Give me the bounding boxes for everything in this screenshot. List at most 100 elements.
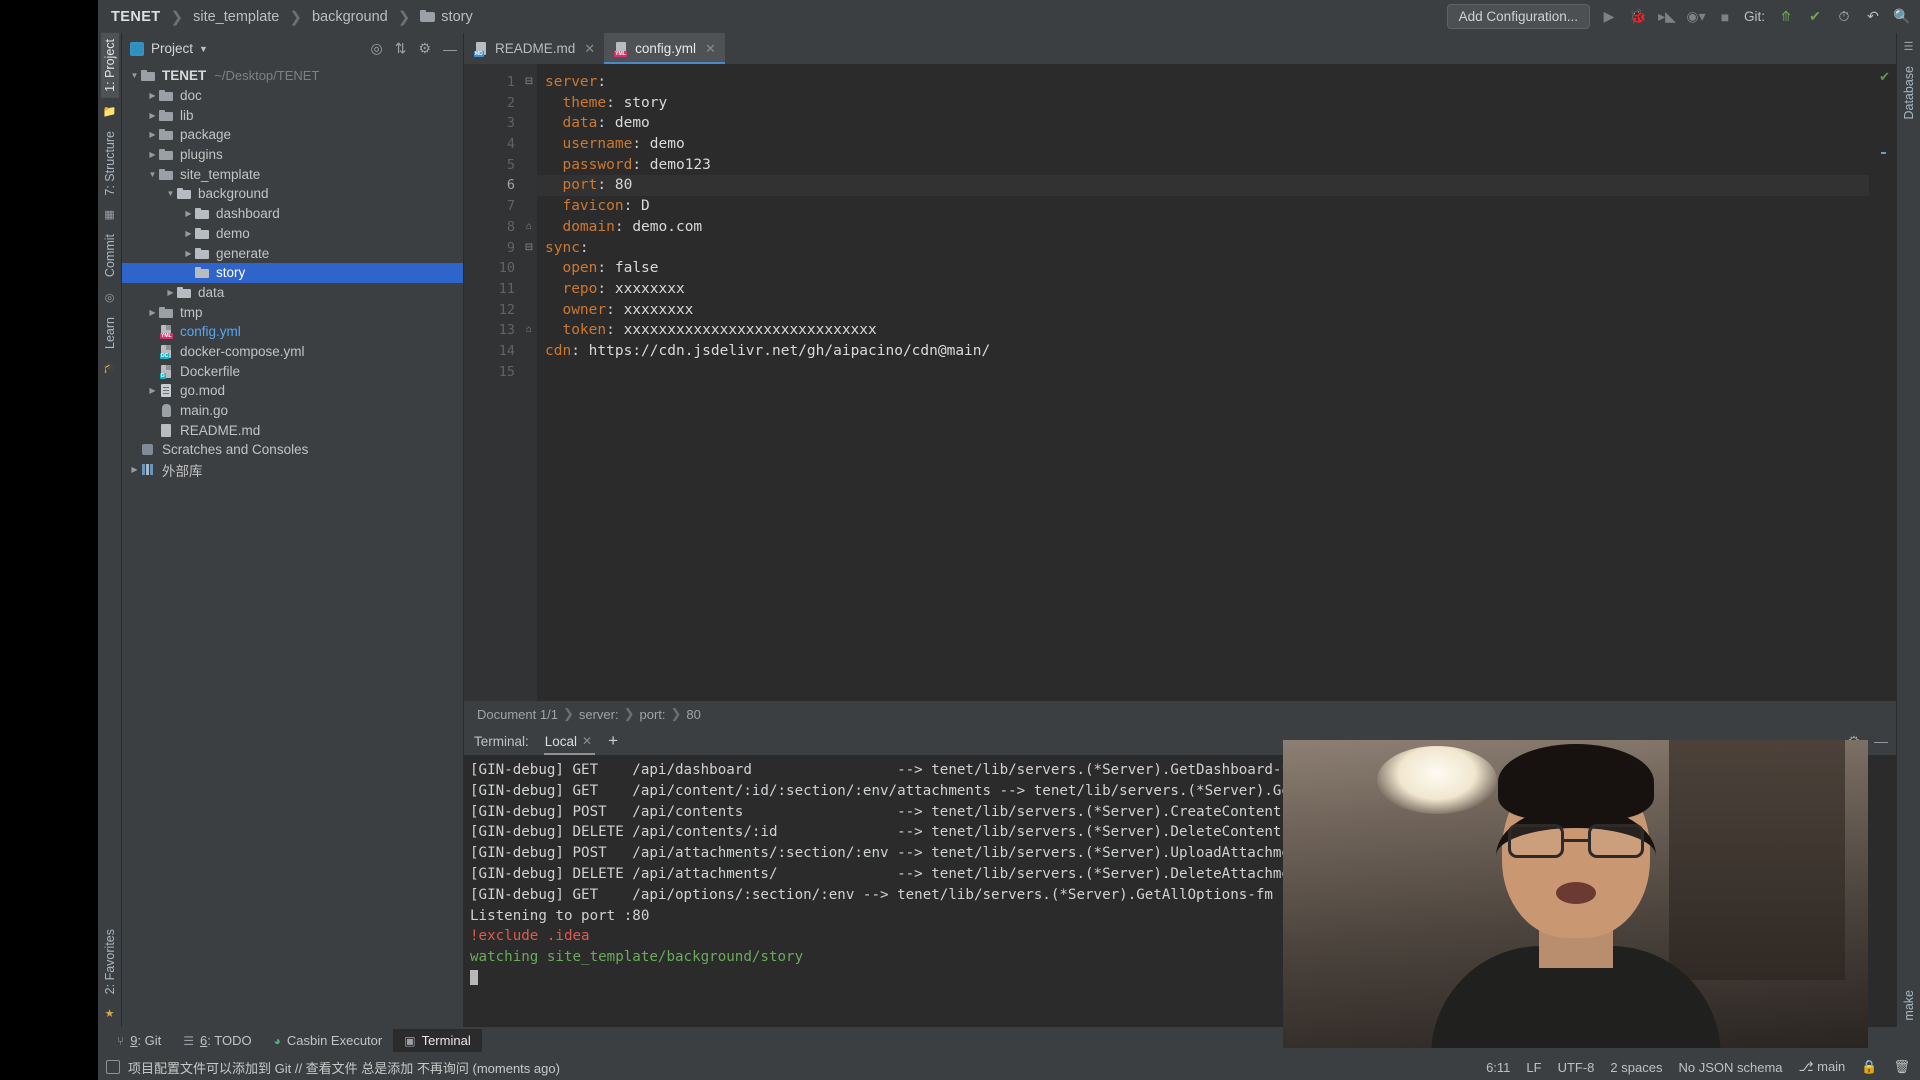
star-icon[interactable]: ★ [105,1000,115,1027]
commit-stripe-icon[interactable]: ◎ [105,284,115,311]
tree-item-data[interactable]: ▶ data [122,283,463,303]
tree-item-plugins[interactable]: ▶ plugins [122,145,463,165]
tree-item-doc[interactable]: ▶ doc [122,86,463,106]
tree-item-tenet[interactable]: ▼ TENET ~/Desktop/TENET [122,66,463,86]
folder-stripe-icon[interactable]: 📁 [103,98,117,125]
git-update-icon[interactable]: ⤊ [1776,7,1796,27]
minimize-icon[interactable]: — [1874,733,1888,750]
error-stripe-mark[interactable] [1881,152,1886,154]
terminal-tab-local[interactable]: Local ✕ [541,734,598,755]
locate-icon[interactable]: ◎ [370,40,382,57]
tree-item-story[interactable]: story [122,262,463,283]
code-line[interactable]: owner: xxxxxxxx [537,300,1869,321]
search-icon[interactable]: 🔍 [1892,7,1912,27]
database-stripe-icon[interactable]: ☰ [1904,33,1914,60]
minimize-icon[interactable]: — [443,41,457,57]
chevron-right-icon[interactable]: ▶ [146,308,159,317]
fold-end-icon[interactable]: ⌂ [521,217,537,238]
sidebar-item-commit[interactable]: Commit [101,228,119,283]
tree-item-demo[interactable]: ▶ demo [122,224,463,244]
code-line[interactable]: domain: demo.com [537,217,1869,238]
code-line[interactable] [537,362,1869,383]
code-line[interactable]: password: demo123 [537,155,1869,176]
history-icon[interactable]: ⏱ [1834,7,1854,27]
tree-item-background[interactable]: ▼ background [122,184,463,204]
inspection-ok-icon[interactable]: ✔ [1879,69,1890,85]
sidebar-item-learn[interactable]: Learn [101,311,119,355]
sidebar-item-project[interactable]: 1: Project [100,33,119,98]
chevron-right-icon[interactable]: ▶ [182,229,195,238]
tree-item-site-template[interactable]: ▼ site_template [122,164,463,184]
debug-icon[interactable]: 🐞 [1628,7,1648,27]
structure-stripe-icon[interactable]: ▦ [104,201,114,228]
tree-item-dockerfile[interactable]: D Dockerfile [122,361,463,381]
project-file-tree[interactable]: ▼ TENET ~/Desktop/TENET ▶ doc ▶ lib ▶ package ▶ pl… [122,64,463,1027]
editor-code-content[interactable]: server: theme: story data: demo username… [537,64,1869,701]
sidebar-item-make[interactable]: make [1900,984,1918,1027]
settings-icon[interactable]: ⚙ [418,40,431,57]
run-icon[interactable]: ▶ [1599,7,1619,27]
file-encoding[interactable]: UTF-8 [1558,1060,1595,1075]
line-separator[interactable]: LF [1526,1060,1541,1075]
breadcrumb-document[interactable]: Document 1/1 [472,707,563,722]
learn-stripe-icon[interactable]: 🎓 [103,354,117,381]
document-icon[interactable] [106,1060,120,1074]
indent-setting[interactable]: 2 spaces [1610,1060,1662,1075]
bottom-tool-6-todo[interactable]: ☰ 6: TODO [172,1029,262,1052]
editor-error-stripe[interactable]: ✔ [1869,64,1896,701]
breadcrumb-item-background[interactable]: background [309,9,391,25]
chevron-right-icon[interactable]: ▶ [146,150,159,159]
breadcrumb-port[interactable]: port: [634,707,670,722]
code-line[interactable]: server: [537,72,1869,93]
chevron-down-icon[interactable]: ▼ [146,170,159,179]
code-line[interactable]: data: demo [537,113,1869,134]
tree-item-dashboard[interactable]: ▶ dashboard [122,204,463,224]
editor-tab-config-yml[interactable]: YML config.yml ✕ [604,33,725,64]
editor-tab-readme-md[interactable]: MD README.md ✕ [464,33,604,64]
bottom-tool-casbin-executor[interactable]: ◕ Casbin Executor [263,1029,394,1052]
tree-item-scratches-and-consoles[interactable]: Scratches and Consoles [122,440,463,460]
tree-item-config-yml[interactable]: YML config.yml [122,322,463,342]
caret-position[interactable]: 6:11 [1486,1060,1510,1075]
code-line[interactable]: sync: [537,238,1869,259]
sidebar-item-favorites[interactable]: 2: Favorites [101,923,119,1000]
code-line[interactable]: port: 80 [537,175,1869,197]
code-line[interactable]: username: demo [537,134,1869,155]
chevron-right-icon[interactable]: ▶ [146,130,159,139]
bottom-tool-9-git[interactable]: ⑂ 9: Git [106,1029,172,1052]
code-line[interactable]: theme: story [537,93,1869,114]
status-message[interactable]: 项目配置文件可以添加到 Git // 查看文件 总是添加 不再询问 (momen… [128,1058,560,1077]
json-schema-status[interactable]: No JSON schema [1678,1060,1782,1075]
tree-item-go-mod[interactable]: ▶ go.mod [122,381,463,401]
chevron-down-icon[interactable]: ▼ [199,44,208,54]
chevron-right-icon[interactable]: ▶ [128,465,141,474]
chevron-down-icon[interactable]: ▼ [164,189,177,198]
undo-icon[interactable]: ↶ [1863,7,1883,27]
git-commit-check-icon[interactable]: ✔ [1805,7,1825,27]
tree-item-generate[interactable]: ▶ generate [122,243,463,263]
breadcrumb-server[interactable]: server: [574,707,624,722]
code-line[interactable]: favicon: D [537,196,1869,217]
bottom-tool-terminal[interactable]: ▣ Terminal [393,1029,482,1052]
tree-item-docker-compose-yml[interactable]: DC docker-compose.yml [122,342,463,362]
code-line[interactable]: token: xxxxxxxxxxxxxxxxxxxxxxxxxxxxx [537,320,1869,341]
chevron-right-icon[interactable]: ▶ [182,249,195,258]
code-line[interactable]: open: false [537,258,1869,279]
fold-minus-icon[interactable]: ⊟ [521,72,537,93]
chevron-right-icon[interactable]: ▶ [182,209,195,218]
chevron-right-icon[interactable]: ▶ [146,386,159,395]
tree-item-lib[interactable]: ▶ lib [122,105,463,125]
tree-item-package[interactable]: ▶ package [122,125,463,145]
close-icon[interactable]: ✕ [582,734,592,748]
sidebar-item-structure[interactable]: 7: Structure [101,125,119,202]
chevron-right-icon[interactable]: ▶ [146,111,159,120]
add-terminal-tab-button[interactable]: + [608,731,618,751]
code-line[interactable]: cdn: https://cdn.jsdelivr.net/gh/aipacin… [537,341,1869,362]
breadcrumb-value[interactable]: 80 [681,707,705,722]
breadcrumb-item-site-template[interactable]: site_template [190,9,282,25]
trash-icon[interactable]: 🗑 [1893,1059,1910,1075]
git-branch-widget[interactable]: ⎇ main [1799,1059,1846,1075]
tree-item-readme-md[interactable]: README.md [122,420,463,440]
tree-item-tmp[interactable]: ▶ tmp [122,302,463,322]
lock-icon[interactable]: 🔒 [1861,1059,1877,1075]
